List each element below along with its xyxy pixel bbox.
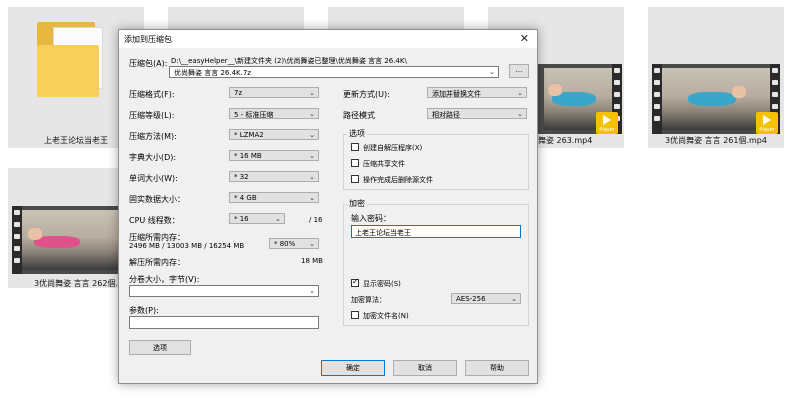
chevron-down-icon: ⌄ <box>309 287 315 295</box>
player-badge-icon: Player <box>756 112 778 134</box>
archive-name-combo[interactable]: 优尚舞姿 言言 26.4K.7z ⌄ <box>169 66 499 78</box>
encryption-group-title: 加密 <box>347 198 367 209</box>
password-label: 输入密码： <box>351 214 391 223</box>
close-icon[interactable]: ✕ <box>520 32 529 45</box>
chevron-down-icon: ⌄ <box>309 110 315 118</box>
password-input[interactable]: 上老王论坛当老王 <box>351 225 521 238</box>
params-label: 参数(P): <box>129 306 159 315</box>
level-select[interactable]: 5 - 标准压缩 ⌄ <box>229 108 319 119</box>
options-group-title: 选项 <box>347 128 367 139</box>
browse-button[interactable]: ... <box>509 64 529 78</box>
cancel-button[interactable]: 取消 <box>393 360 457 376</box>
chevron-down-icon: ⌄ <box>309 194 315 202</box>
help-button[interactable]: 帮助 <box>465 360 529 376</box>
chevron-down-icon: ⌄ <box>309 131 315 139</box>
explorer-item-placeholder[interactable] <box>168 7 304 31</box>
delete-after-checkbox[interactable] <box>351 175 359 183</box>
update-label: 更新方式(U): <box>343 90 390 99</box>
format-select[interactable]: 7z ⌄ <box>229 87 319 98</box>
word-select[interactable]: * 32 ⌄ <box>229 171 319 182</box>
ok-button[interactable]: 确定 <box>321 360 385 376</box>
dict-select[interactable]: * 16 MB ⌄ <box>229 150 319 161</box>
options-button[interactable]: 选项 <box>129 340 191 355</box>
chevron-down-icon: ⌄ <box>511 295 517 303</box>
dialog-title: 添加到压缩包 <box>124 35 172 44</box>
show-password-label: 显示密码(S) <box>363 280 401 288</box>
explorer-item-video[interactable]: Player 3优尚舞姿 言言 261個.mp4 <box>648 7 784 148</box>
method-label: 压缩方法(M): <box>129 132 177 141</box>
sfx-checkbox[interactable] <box>351 143 359 151</box>
archive-path: D:\__easyHelper__\新建文件夹 (2)\优尚舞姿已整理\优尚舞姿… <box>171 57 407 65</box>
format-label: 压缩格式(F): <box>129 90 175 99</box>
delete-after-label: 操作完成后删除源文件 <box>363 176 433 184</box>
split-label: 分卷大小，字节(V): <box>129 275 200 284</box>
chevron-down-icon: ⌄ <box>309 240 315 248</box>
dict-label: 字典大小(D): <box>129 153 177 162</box>
show-password-checkbox[interactable]: ✓ <box>351 277 359 287</box>
split-size-combo[interactable]: ⌄ <box>129 285 319 297</box>
chevron-down-icon: ⌄ <box>517 89 523 97</box>
chevron-down-icon: ⌄ <box>309 152 315 160</box>
cpu-total: / 16 <box>309 216 323 224</box>
chevron-down-icon: ⌄ <box>489 68 495 76</box>
word-label: 单词大小(W): <box>129 174 178 183</box>
chevron-down-icon: ⌄ <box>309 89 315 97</box>
encrypt-names-label: 加密文件名(N) <box>363 312 409 320</box>
shared-files-checkbox[interactable] <box>351 159 359 167</box>
path-mode-label: 路径模式 <box>343 111 375 120</box>
video-thumbnail <box>12 206 122 274</box>
explorer-item-caption: 3优尚舞姿 言言 261個.mp4 <box>665 136 767 145</box>
method-select[interactable]: * LZMA2 ⌄ <box>229 129 319 140</box>
mem-comp-value: 2496 MB / 13003 MB / 16254 MB <box>129 242 245 250</box>
chevron-down-icon: ⌄ <box>275 215 281 223</box>
mem-decomp-label: 解压所需内存： <box>129 258 185 267</box>
add-to-archive-dialog: 添加到压缩包 ✕ 压缩包(A): D:\__easyHelper__\新建文件夹… <box>118 29 538 384</box>
explorer-item-placeholder[interactable] <box>328 7 464 31</box>
shared-files-label: 压缩共享文件 <box>363 160 405 168</box>
enc-method-label: 加密算法： <box>351 296 386 304</box>
encrypt-names-checkbox[interactable] <box>351 311 359 319</box>
chevron-down-icon: ⌄ <box>517 110 523 118</box>
update-mode-select[interactable]: 添加并替换文件 ⌄ <box>427 87 527 98</box>
path-mode-select[interactable]: 相对路径 ⌄ <box>427 108 527 119</box>
chevron-down-icon: ⌄ <box>309 173 315 181</box>
mem-percent-select[interactable]: * 80% ⌄ <box>269 238 319 249</box>
solid-label: 固实数据大小： <box>129 195 185 204</box>
archive-label: 压缩包(A): <box>129 59 168 68</box>
cpu-threads-select[interactable]: * 16 ⌄ <box>229 213 285 224</box>
explorer-item-caption: 舞姿 263.mp4 <box>538 136 593 145</box>
sfx-label: 创建自解压程序(X) <box>363 144 423 152</box>
mem-decomp-value: 18 MB <box>301 257 323 265</box>
checkmark-icon: ✓ <box>352 277 359 286</box>
enc-method-select[interactable]: AES-256 ⌄ <box>451 293 521 304</box>
player-badge-icon: Player <box>596 112 618 134</box>
cpu-label: CPU 线程数： <box>129 216 180 225</box>
dialog-titlebar: 添加到压缩包 ✕ <box>119 30 537 48</box>
params-input[interactable] <box>129 316 319 329</box>
solid-select[interactable]: * 4 GB ⌄ <box>229 192 319 203</box>
level-label: 压缩等级(L): <box>129 111 175 120</box>
